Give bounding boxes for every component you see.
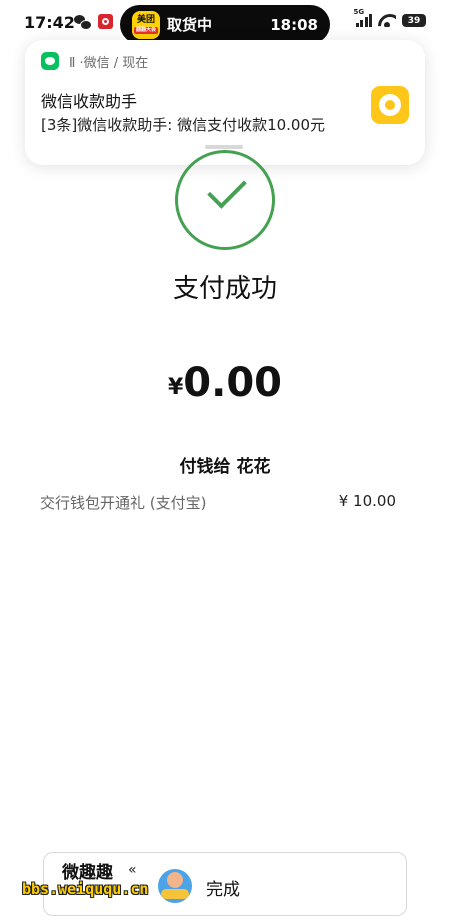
payment-status-title: 支付成功 bbox=[172, 274, 277, 304]
discount-line-item: 交行钱包开通礼 (支付宝) ¥ 10.00 bbox=[40, 492, 396, 513]
amount-value: 0.00 bbox=[183, 360, 282, 406]
done-label: 完成 bbox=[206, 880, 240, 900]
notification-drag-handle[interactable] bbox=[205, 145, 243, 149]
line-item-price: ¥ 10.00 bbox=[338, 492, 396, 510]
mascot-icon bbox=[158, 869, 192, 903]
status-bar: 17:42 美团 翻翻大会 取货中 18:08 5G 39 bbox=[0, 0, 450, 44]
payment-amount: ¥0.00 bbox=[0, 360, 450, 406]
notification-banner[interactable]: Ⅱ ·微信 / 现在 微信收款助手 [3条]微信收款助手: 微信支付收款10.0… bbox=[25, 40, 425, 165]
network-type: 5G bbox=[353, 8, 365, 16]
watermark-url: bbs.weiququ.cn bbox=[22, 880, 149, 898]
success-icon bbox=[175, 150, 275, 250]
status-right-icons: 5G 39 bbox=[354, 8, 426, 27]
watermark-mark: « bbox=[128, 862, 137, 878]
wechat-icon bbox=[74, 14, 92, 30]
meituan-badge-text: 美团 bbox=[136, 14, 155, 25]
dynamic-island[interactable]: 美团 翻翻大会 取货中 18:08 bbox=[120, 5, 330, 44]
notification-meta: Ⅱ ·微信 / 现在 bbox=[69, 56, 149, 71]
notification-title: 微信收款助手 bbox=[41, 92, 138, 111]
status-left-icons bbox=[74, 14, 113, 30]
battery-icon: 39 bbox=[402, 14, 426, 27]
wechat-icon bbox=[41, 52, 59, 70]
meituan-badge-subtext: 翻翻大会 bbox=[133, 26, 158, 34]
currency-symbol: ¥ bbox=[167, 375, 184, 400]
payee-label: 付钱给 花花 bbox=[179, 457, 271, 477]
signal-icon: 5G bbox=[354, 8, 372, 27]
wechat-pay-assistant-icon bbox=[371, 86, 409, 124]
status-time: 17:42 bbox=[24, 13, 75, 32]
payment-success-screen: 17:42 美团 翻翻大会 取货中 18:08 5G 39 Ⅱ ·微信 / 现在… bbox=[0, 0, 450, 920]
island-time: 18:08 bbox=[270, 15, 318, 34]
checkmark-icon bbox=[207, 169, 247, 209]
wifi-icon bbox=[378, 14, 396, 27]
line-item-description: 交行钱包开通礼 (支付宝) bbox=[40, 494, 207, 512]
notification-body: [3条]微信收款助手: 微信支付收款10.00元 bbox=[41, 116, 326, 134]
bank-icon bbox=[98, 14, 113, 29]
meituan-app-icon: 美团 翻翻大会 bbox=[132, 10, 160, 39]
island-label: 取货中 bbox=[167, 16, 213, 34]
